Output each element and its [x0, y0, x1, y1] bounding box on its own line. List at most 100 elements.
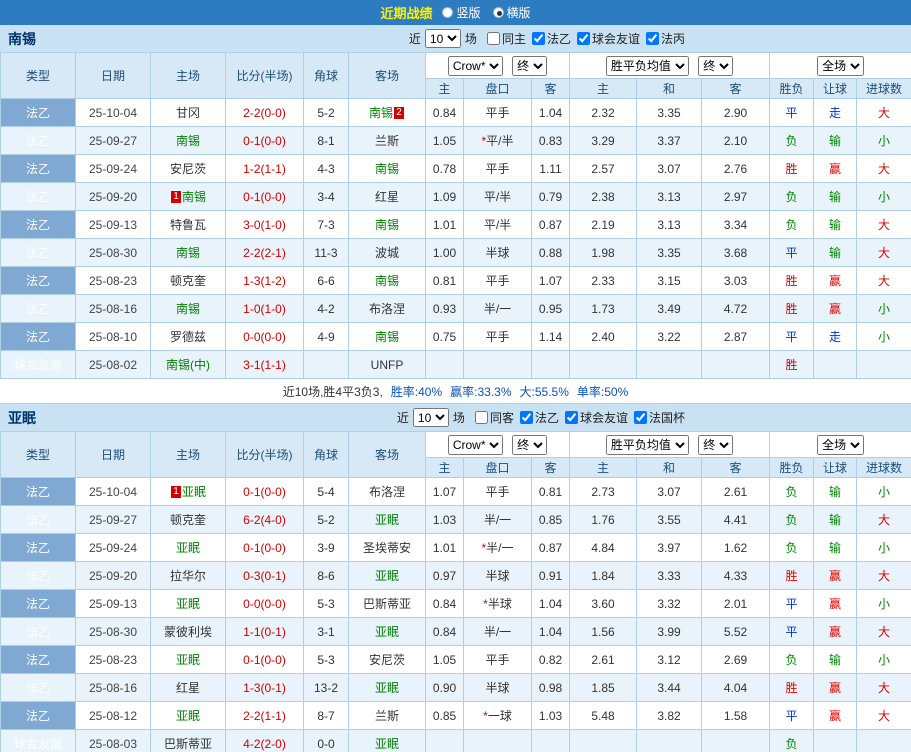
team-name[interactable]: 亚眠: [375, 569, 399, 583]
team-name[interactable]: 南锡: [176, 246, 200, 260]
scope-select[interactable]: 全场: [817, 55, 865, 76]
team-name[interactable]: 拉华尔: [170, 569, 206, 583]
team-name[interactable]: 南锡: [176, 134, 200, 148]
checkbox-input[interactable]: [576, 32, 590, 45]
team-name[interactable]: 亚眠: [375, 681, 399, 695]
team-name[interactable]: 安尼茨: [369, 653, 405, 667]
team-name[interactable]: 亚眠: [375, 625, 399, 639]
radio-icon[interactable]: [492, 7, 504, 18]
score[interactable]: 0-1(0-0): [225, 533, 304, 562]
team-name[interactable]: 南锡: [375, 218, 399, 232]
col-result: 胜负: [769, 457, 815, 478]
team-name[interactable]: 南锡: [176, 302, 200, 316]
score[interactable]: 0-0(0-0): [225, 322, 304, 351]
section-header-bar: 南锡 近 10 场 同主 法乙 球会友谊 法丙: [0, 25, 911, 52]
team-name[interactable]: 兰斯: [375, 709, 399, 723]
team-name[interactable]: 亚眠: [176, 653, 200, 667]
home-team-cell: 巴斯蒂亚: [150, 729, 226, 752]
score[interactable]: 0-1(0-0): [225, 645, 304, 674]
team-name[interactable]: 布洛涅: [369, 302, 405, 316]
score[interactable]: 0-0(0-0): [225, 589, 304, 618]
layout-option[interactable]: 横版: [492, 4, 531, 21]
score[interactable]: 6-2(4-0): [225, 505, 304, 534]
checkbox-input[interactable]: [633, 411, 647, 424]
team-name[interactable]: 南锡: [182, 190, 206, 204]
score[interactable]: 1-2(1-1): [225, 154, 304, 183]
home-team-cell: 拉华尔: [150, 561, 226, 590]
europe-state-select[interactable]: 终: [698, 55, 734, 76]
filter-checkbox[interactable]: 法丙: [645, 30, 685, 47]
checkbox-input[interactable]: [519, 411, 533, 424]
book-state-select[interactable]: 终: [512, 434, 548, 455]
score[interactable]: 0-1(0-0): [225, 126, 304, 155]
checkbox-input[interactable]: [564, 411, 578, 424]
score[interactable]: 0-1(0-0): [225, 477, 304, 506]
team-name[interactable]: 蒙彼利埃: [164, 625, 212, 639]
filter-checkbox[interactable]: 同主: [486, 30, 526, 47]
team-name[interactable]: 安尼茨: [170, 162, 206, 176]
match-count-select[interactable]: 10: [412, 408, 449, 427]
filter-checkbox[interactable]: 球会友谊: [564, 409, 628, 426]
radio-icon[interactable]: [442, 7, 454, 18]
team-name[interactable]: 亚眠: [176, 709, 200, 723]
bookmaker-select[interactable]: Crow*: [447, 55, 503, 76]
team-name[interactable]: 南锡: [375, 330, 399, 344]
score[interactable]: 2-2(2-1): [225, 238, 304, 267]
team-name[interactable]: 南锡(中): [166, 358, 210, 372]
team-name[interactable]: 甘冈: [176, 106, 200, 120]
score[interactable]: 1-0(1-0): [225, 294, 304, 323]
odds-home: 4.84: [569, 533, 638, 562]
score[interactable]: 1-3(0-1): [225, 673, 304, 702]
score[interactable]: 1-3(1-2): [225, 266, 304, 295]
europe-odds-select[interactable]: 胜平负均值: [605, 55, 689, 76]
corners: 0-0: [303, 729, 349, 752]
team-name[interactable]: 罗德兹: [170, 330, 206, 344]
bookmaker-select[interactable]: Crow*: [447, 434, 503, 455]
filter-checkbox[interactable]: 法乙: [531, 30, 571, 47]
checkbox-input[interactable]: [486, 32, 500, 45]
team-name[interactable]: 亚眠: [375, 737, 399, 751]
team-name[interactable]: 红星: [176, 681, 200, 695]
team-name[interactable]: 亚眠: [176, 541, 200, 555]
scope-select[interactable]: 全场: [817, 434, 865, 455]
score[interactable]: 0-3(0-1): [225, 561, 304, 590]
team-name[interactable]: 红星: [375, 190, 399, 204]
handicap-home-odds: 0.84: [425, 589, 464, 618]
match-count-select[interactable]: 10: [424, 29, 461, 48]
team-name[interactable]: 兰斯: [375, 134, 399, 148]
team-name[interactable]: UNFP: [371, 358, 404, 372]
team-name[interactable]: 南锡: [369, 106, 393, 120]
book-state-select[interactable]: 终: [512, 55, 548, 76]
team-name[interactable]: 布洛涅: [369, 485, 405, 499]
team-name[interactable]: 亚眠: [375, 513, 399, 527]
score[interactable]: 0-1(0-0): [225, 182, 304, 211]
team-name[interactable]: 特鲁瓦: [170, 218, 206, 232]
team-name[interactable]: 巴斯蒂亚: [164, 737, 212, 751]
team-name[interactable]: 波城: [375, 246, 399, 260]
filter-checkbox[interactable]: 法国杯: [633, 409, 685, 426]
score[interactable]: 3-1(1-1): [225, 350, 304, 379]
team-name[interactable]: 南锡: [375, 274, 399, 288]
team-name[interactable]: 圣埃蒂安: [363, 541, 411, 555]
filter-checkbox[interactable]: 球会友谊: [576, 30, 640, 47]
europe-state-select[interactable]: 终: [698, 434, 734, 455]
score[interactable]: 1-1(0-1): [225, 617, 304, 646]
score[interactable]: 4-2(2-0): [225, 729, 304, 752]
team-name[interactable]: 巴斯蒂亚: [363, 597, 411, 611]
team-name[interactable]: 亚眠: [182, 485, 206, 499]
layout-option[interactable]: 竖版: [442, 4, 481, 21]
team-name[interactable]: 顿克奎: [170, 274, 206, 288]
team-name[interactable]: 南锡: [375, 162, 399, 176]
score[interactable]: 2-2(1-1): [225, 701, 304, 730]
score[interactable]: 3-0(1-0): [225, 210, 304, 239]
team-name[interactable]: 亚眠: [176, 597, 200, 611]
team-name[interactable]: 顿克奎: [170, 513, 206, 527]
checkbox-input[interactable]: [474, 411, 488, 424]
score[interactable]: 2-2(0-0): [225, 98, 304, 127]
filter-checkbox[interactable]: 法乙: [519, 409, 559, 426]
checkbox-input[interactable]: [645, 32, 659, 45]
europe-odds-select[interactable]: 胜平负均值: [605, 434, 689, 455]
filter-checkbox[interactable]: 同客: [474, 409, 514, 426]
handicap-home-odds: 0.85: [425, 701, 464, 730]
checkbox-input[interactable]: [531, 32, 545, 45]
